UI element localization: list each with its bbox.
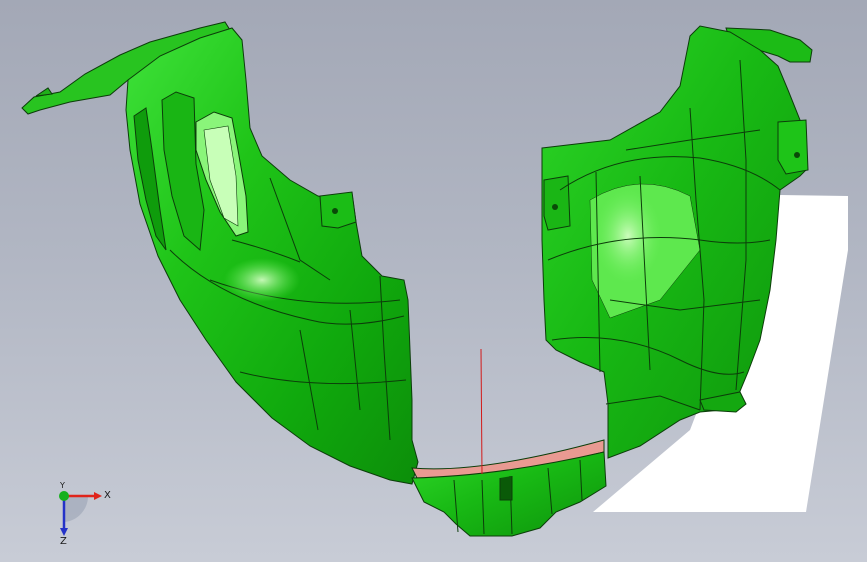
y-axis-dot-icon (59, 491, 69, 501)
orientation-triad[interactable]: X Y Z (38, 478, 118, 548)
right-bracket-hole (794, 152, 800, 158)
x-axis-label: X (104, 490, 111, 501)
right-mount-hole (552, 204, 558, 210)
center-bridge[interactable] (411, 439, 607, 537)
left-mount-bracket (319, 191, 357, 229)
triad-plane-quadrant (64, 496, 89, 522)
y-axis-label: Y (59, 481, 65, 490)
center-reference-line (480, 348, 483, 475)
x-axis-arrow-icon (94, 492, 102, 500)
cad-graphics-viewport[interactable]: X Y Z (0, 0, 867, 562)
3d-model-scene[interactable] (0, 0, 867, 562)
left-mount-hole (332, 208, 338, 214)
left-liner-half[interactable] (21, 21, 419, 485)
right-side-bracket (777, 119, 809, 175)
z-axis-label: Z (60, 536, 67, 547)
z-axis-arrow-icon (60, 528, 68, 536)
left-inner-bracket (543, 175, 571, 231)
